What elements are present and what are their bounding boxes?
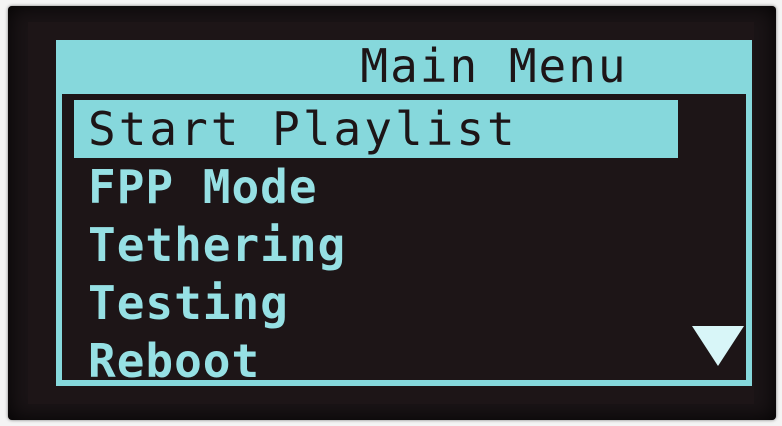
triangle-down-icon[interactable] <box>692 326 744 366</box>
title-bar: Main Menu <box>56 40 752 92</box>
page-title: Main Menu <box>360 39 628 93</box>
menu-item-label: Testing <box>88 276 289 330</box>
menu-item-label: Start Playlist <box>88 102 518 156</box>
menu-item-reboot[interactable]: Reboot <box>74 332 678 390</box>
menu-item-start-playlist[interactable]: Start Playlist <box>74 100 678 158</box>
main-menu-list: Start Playlist FPP Mode Tethering Testin… <box>74 100 678 390</box>
menu-item-label: Tethering <box>88 218 347 272</box>
menu-item-label: FPP Mode <box>88 160 318 214</box>
menu-item-tethering[interactable]: Tethering <box>74 216 678 274</box>
menu-item-label: Reboot <box>88 334 261 388</box>
menu-item-testing[interactable]: Testing <box>74 274 678 332</box>
menu-item-fpp-mode[interactable]: FPP Mode <box>74 158 678 216</box>
